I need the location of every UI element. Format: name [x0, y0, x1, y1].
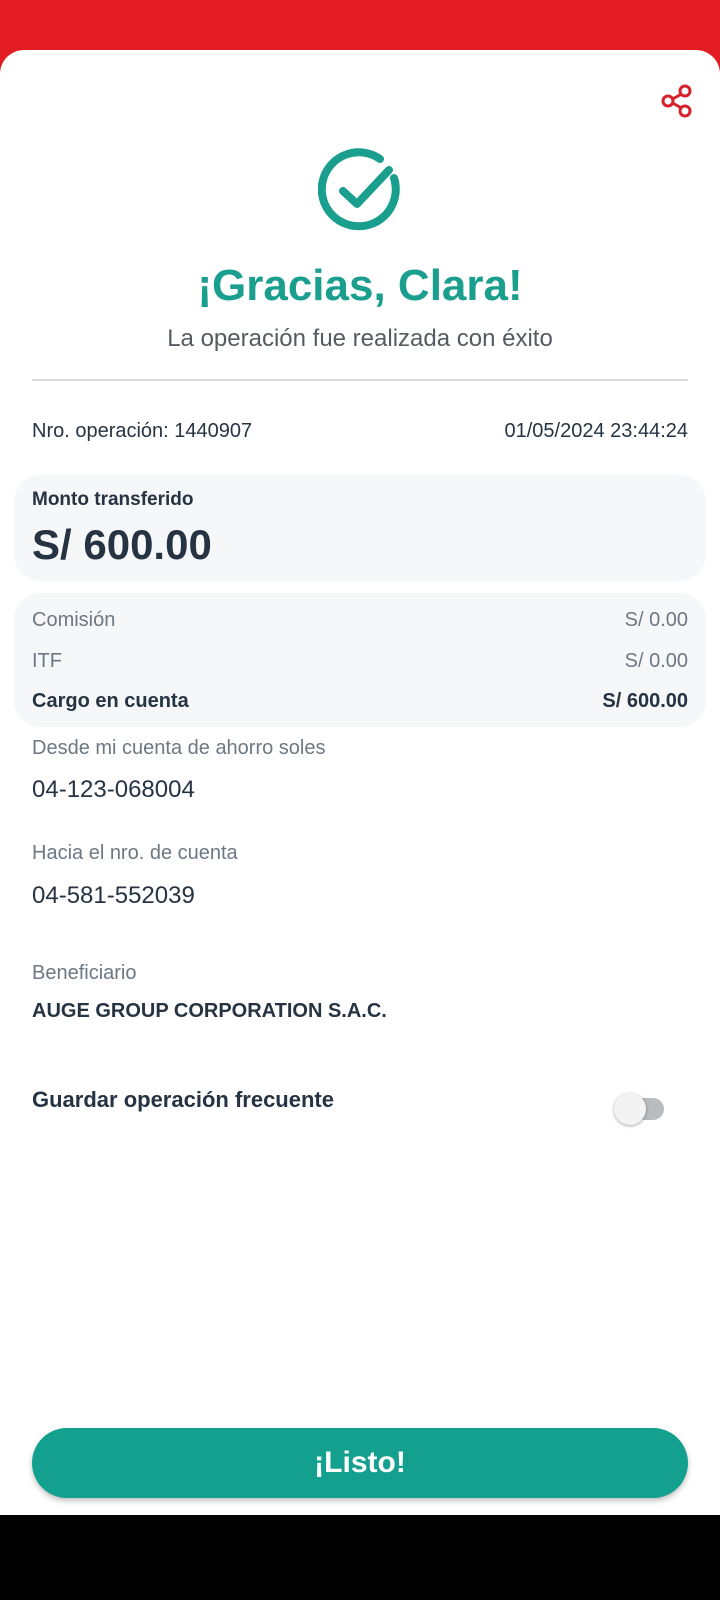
page-title: ¡Gracias, Clara!: [197, 261, 523, 310]
operation-datetime: 01/05/2024 23:44:24: [504, 419, 688, 442]
save-frequent-toggle[interactable]: [612, 1090, 670, 1125]
from-account-number: 04-123-068004: [32, 776, 195, 803]
amount-label: Monto transferido: [32, 489, 194, 510]
success-message: La operación fue realizada con éxito: [167, 325, 553, 352]
save-frequent-label: Guardar operación frecuente: [32, 1087, 334, 1112]
account-charge-row: Cargo en cuenta S/ 600.00: [32, 686, 688, 716]
itf-row: ITF S/ 0.00: [32, 646, 688, 676]
to-account-number: 04-581-552039: [32, 882, 195, 909]
share-icon[interactable]: [660, 84, 694, 118]
fees-card: Comisión S/ 0.00 ITF S/ 0.00 Cargo en cu…: [14, 593, 706, 727]
receipt-sheet: ¡Gracias, Clara! La operación fue realiz…: [0, 50, 720, 1515]
toggle-thumb: [614, 1093, 646, 1125]
itf-value: S/ 0.00: [624, 649, 688, 672]
to-account-label: Hacia el nro. de cuenta: [32, 842, 238, 864]
account-charge-value: S/ 600.00: [602, 689, 688, 712]
commission-value: S/ 0.00: [624, 608, 688, 631]
operation-info-row: Nro. operación: 1440907 01/05/2024 23:44…: [32, 416, 688, 446]
divider: [32, 379, 688, 381]
beneficiary-name: AUGE GROUP CORPORATION S.A.C.: [32, 1000, 387, 1022]
from-account-label: Desde mi cuenta de ahorro soles: [32, 737, 326, 759]
done-button[interactable]: ¡Listo!: [32, 1428, 688, 1498]
beneficiary-label: Beneficiario: [32, 962, 137, 984]
amount-card: Monto transferido S/ 600.00: [14, 475, 706, 581]
system-navigation-bar: [0, 1515, 720, 1600]
amount-value: S/ 600.00: [32, 521, 212, 568]
operation-number: Nro. operación: 1440907: [32, 419, 253, 442]
commission-label: Comisión: [32, 608, 116, 631]
commission-row: Comisión S/ 0.00: [32, 605, 688, 635]
check-circle-icon: [317, 148, 404, 234]
itf-label: ITF: [32, 649, 62, 672]
account-charge-label: Cargo en cuenta: [32, 689, 189, 712]
